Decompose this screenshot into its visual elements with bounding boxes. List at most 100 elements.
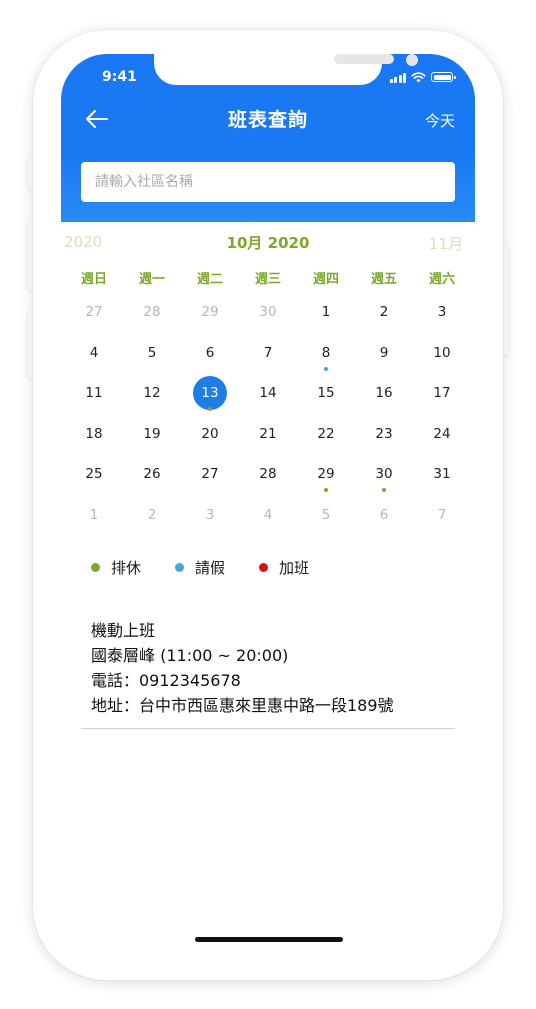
wifi-icon	[411, 71, 426, 82]
legend-dot-overtime	[259, 563, 269, 572]
status-time: 9:41	[102, 69, 137, 85]
calendar-day[interactable]: 29	[297, 454, 355, 495]
legend-label-rest: 排休	[111, 559, 142, 577]
calendar-day[interactable]: 21	[239, 414, 297, 455]
calendar-day[interactable]: 26	[123, 454, 181, 495]
weekday-tue: 週二	[196, 272, 223, 287]
calendar-week: 4 5 6 7 8 9 10	[65, 333, 471, 374]
calendar-day-selected[interactable]: 13	[181, 373, 239, 414]
calendar-day-number: 1	[321, 304, 331, 320]
weekday-header: 週日 週一 週二 週三 週四 週五 週六	[65, 268, 471, 288]
calendar-day[interactable]: 5	[297, 495, 355, 536]
calendar-day-number: 5	[321, 506, 331, 523]
calendar-day[interactable]: 10	[413, 333, 471, 374]
phone-screen: 9:41 班表查詢 今天 2020 10月 2020 11月 週日 週一 週二 …	[61, 54, 475, 951]
calendar-day-number: 23	[375, 425, 393, 442]
calendar-day-number: 28	[259, 466, 277, 483]
rest-marker-dot	[208, 407, 212, 412]
weekday-thu: 週四	[312, 272, 339, 287]
calendar-day[interactable]: 23	[355, 414, 413, 455]
calendar-day-number: 7	[263, 344, 273, 361]
calendar-day[interactable]: 14	[239, 373, 297, 414]
shift-type: 機動上班	[91, 621, 156, 640]
calendar-day[interactable]: 7	[239, 333, 297, 374]
signal-icon	[389, 72, 406, 83]
calendar-day[interactable]: 20	[181, 414, 239, 455]
calendar-day-number: 8	[321, 344, 331, 361]
calendar-day-number: 3	[205, 506, 215, 523]
calendar-day[interactable]: 4	[239, 495, 297, 536]
calendar-day-number: 30	[375, 466, 393, 483]
calendar-day-number: 2	[379, 304, 389, 320]
app-header: 9:41 班表查詢 今天	[61, 54, 475, 222]
calendar-day[interactable]: 16	[355, 373, 413, 414]
legend: 排休 請假 加班	[91, 557, 343, 578]
weekday-wed: 週三	[254, 272, 281, 287]
calendar-day[interactable]: 9	[355, 333, 413, 374]
calendar-day[interactable]: 3	[181, 495, 239, 536]
calendar-day[interactable]: 6	[181, 333, 239, 374]
battery-icon	[431, 72, 456, 82]
calendar-day[interactable]: 30	[355, 454, 413, 495]
calendar-day[interactable]: 30	[239, 292, 297, 333]
calendar-day-number: 29	[201, 304, 219, 320]
calendar-day[interactable]: 1	[65, 495, 123, 536]
calendar-day-number: 3	[437, 304, 447, 320]
calendar-day[interactable]: 17	[413, 373, 471, 414]
calendar-day[interactable]: 15	[297, 373, 355, 414]
calendar-day-number: 30	[259, 304, 277, 320]
notch	[154, 54, 418, 85]
calendar-day-number: 27	[85, 304, 103, 320]
calendar-day-number: 11	[85, 385, 103, 402]
shift-detail: 機動上班 國泰層峰 (11:00 ~ 20:00) 電話：0912345678 …	[91, 618, 451, 718]
legend-label-overtime: 加班	[279, 559, 310, 577]
calendar-day[interactable]: 4	[65, 333, 123, 374]
calendar-day[interactable]: 6	[355, 495, 413, 536]
legend-label-leave: 請假	[195, 559, 226, 577]
calendar-day-number: 21	[259, 425, 277, 442]
calendar-day[interactable]: 12	[123, 373, 181, 414]
next-month-label[interactable]: 11月	[429, 233, 463, 254]
calendar-day[interactable]: 28	[123, 292, 181, 333]
calendar-day-number: 31	[433, 466, 451, 483]
calendar-day[interactable]: 25	[65, 454, 123, 495]
calendar-day-number: 26	[143, 466, 161, 483]
calendar-day[interactable]: 11	[65, 373, 123, 414]
status-icons	[389, 70, 456, 84]
calendar-day-number: 25	[85, 466, 103, 483]
calendar-day[interactable]: 19	[123, 414, 181, 455]
calendar-day-number: 17	[433, 385, 451, 402]
camera	[406, 54, 418, 66]
shift-location: 國泰層峰 (11:00 ~ 20:00)	[91, 646, 289, 665]
calendar-day[interactable]: 18	[65, 414, 123, 455]
calendar-day[interactable]: 7	[413, 495, 471, 536]
calendar-day[interactable]: 27	[65, 292, 123, 333]
search-input[interactable]	[81, 162, 455, 202]
calendar-day[interactable]: 27	[181, 454, 239, 495]
calendar-day-number: 18	[85, 425, 103, 442]
calendar-day-number: 7	[437, 506, 447, 523]
calendar-week: 18 19 20 21 22 23 24	[65, 414, 471, 455]
calendar-day-number: 4	[89, 344, 99, 361]
calendar-grid: 27 28 29 30 1 2 3 4 5 6 7 8 9 10 11 12 13 14 15 16 17 18 19 20 2…	[65, 292, 471, 536]
home-indicator	[195, 937, 343, 942]
calendar-day[interactable]: 22	[297, 414, 355, 455]
current-month-label: 10月 2020	[226, 234, 310, 252]
today-button[interactable]: 今天	[425, 110, 455, 131]
calendar-day[interactable]: 1	[297, 292, 355, 333]
calendar-day[interactable]: 29	[181, 292, 239, 333]
calendar-day[interactable]: 31	[413, 454, 471, 495]
weekday-sat: 週六	[428, 272, 455, 287]
calendar-day-number: 15	[317, 385, 335, 402]
calendar-day[interactable]: 2	[355, 292, 413, 333]
leave-marker-dot	[324, 366, 328, 371]
calendar-day[interactable]: 2	[123, 495, 181, 536]
calendar-day[interactable]: 3	[413, 292, 471, 333]
calendar-day[interactable]: 28	[239, 454, 297, 495]
calendar-day-number: 10	[433, 344, 451, 361]
calendar-day-number: 12	[143, 385, 161, 402]
calendar-day-number: 16	[375, 385, 393, 402]
calendar-day[interactable]: 24	[413, 414, 471, 455]
calendar-day[interactable]: 5	[123, 333, 181, 374]
calendar-day[interactable]: 8	[297, 333, 355, 374]
